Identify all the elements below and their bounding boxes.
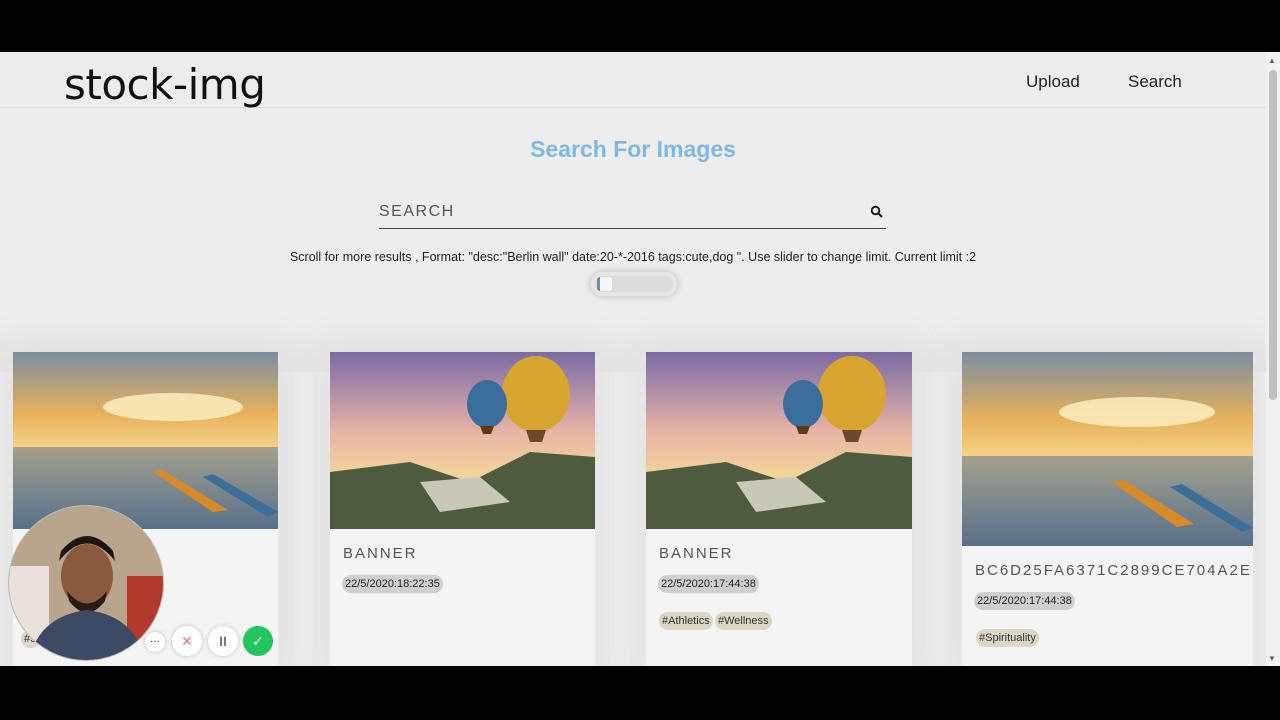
card-image[interactable] (13, 352, 278, 529)
search-input[interactable] (379, 198, 849, 226)
scroll-up-icon[interactable]: ▲ (1268, 56, 1276, 65)
tag-chip[interactable]: #Wellness (715, 612, 772, 630)
image-card[interactable]: BC6D25FA6371C2899CE704A2E 22/5/2020:17:4… (962, 352, 1253, 666)
search-box (379, 198, 886, 229)
scroll-down-icon[interactable]: ▼ (1268, 654, 1276, 663)
image-card[interactable]: BANNER 22/5/2020:18:22:35 (330, 352, 595, 666)
page-title: Search For Images (530, 136, 736, 162)
tag-chip[interactable]: #Athletics (659, 612, 713, 630)
image-card[interactable]: BANNER 22/5/2020:17:44:38 #Athletics #We… (646, 352, 912, 666)
cancel-recording-button[interactable]: ✕ (172, 626, 202, 656)
person-image (9, 506, 163, 660)
card-title: BC6D25FA6371C2899CE704A2E (975, 562, 1252, 579)
search-icon[interactable] (870, 205, 884, 219)
date-badge: 22/5/2020:17:44:38 (974, 592, 1075, 610)
card-title: BANNER (343, 545, 418, 562)
scrollbar-thumb[interactable] (1269, 70, 1277, 400)
page-scrollbar[interactable]: ▲ ▼ (1266, 52, 1280, 666)
pause-recording-button[interactable]: II (208, 626, 238, 656)
search-hint: Scroll for more results , Format: "desc:… (289, 250, 977, 264)
limit-slider[interactable] (591, 272, 677, 296)
date-badge: 22/5/2020:17:44:38 (658, 575, 759, 593)
top-navbar: stock-img Upload Search (0, 52, 1266, 109)
nav-upload-link[interactable]: Upload (1026, 72, 1080, 92)
more-options-button[interactable]: ··· (145, 632, 165, 652)
card-title: BANNER (659, 545, 734, 562)
card-image[interactable] (646, 352, 912, 529)
date-badge: 22/5/2020:18:22:35 (342, 575, 443, 593)
logo[interactable]: stock-img (64, 60, 266, 109)
browser-viewport: stock-img Upload Search Search For Image… (0, 52, 1280, 666)
nav-search-link[interactable]: Search (1128, 72, 1182, 92)
card-image[interactable] (330, 352, 595, 529)
confirm-recording-button[interactable]: ✓ (243, 626, 273, 656)
slider-handle[interactable] (597, 277, 612, 291)
tag-chip[interactable]: #Spirituality (976, 629, 1039, 647)
webcam-avatar (8, 505, 164, 661)
card-image[interactable] (962, 352, 1253, 546)
